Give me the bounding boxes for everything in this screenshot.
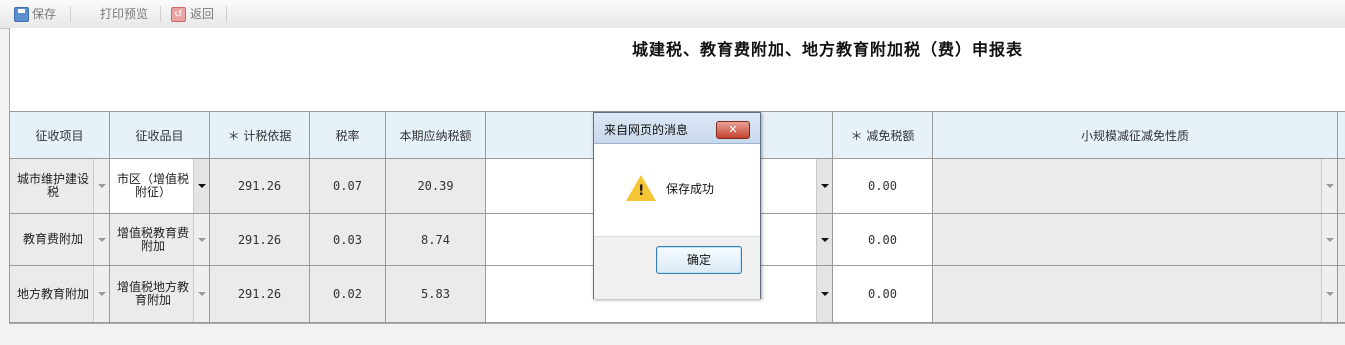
close-icon[interactable]: ✕ (716, 121, 750, 139)
row-edge (1337, 265, 1345, 323)
column-header: 征收品目 (109, 111, 210, 159)
dropdown-arrow-icon[interactable] (816, 159, 832, 213)
print-preview-button[interactable]: 打印预览 (100, 5, 148, 23)
page-title: 城建税、教育费附加、地方教育附加税（费）申报表 (632, 40, 1024, 59)
levy-category-select[interactable]: 增值税教育费附加 (109, 213, 210, 266)
save-button[interactable]: 保存 (32, 5, 56, 23)
toolbar-divider (70, 6, 71, 22)
tax-relief-input[interactable]: 0.00 (832, 158, 933, 214)
relief-nature-select[interactable] (932, 213, 1338, 266)
dropdown-arrow-icon[interactable] (816, 214, 832, 265)
dialog-title: 来自网页的消息 (604, 123, 689, 137)
dropdown-arrow-icon[interactable] (1321, 159, 1337, 213)
tax-relief-input[interactable]: 0.00 (832, 265, 933, 323)
column-header: ＊ 计税依据 (209, 111, 310, 159)
levy-category-select[interactable]: 增值税地方教育附加 (109, 265, 210, 323)
dropdown-arrow-icon[interactable] (93, 214, 109, 265)
toolbar: 保存 打印预览 ↺ 返回 (0, 0, 1345, 29)
column-header: 小规模减征减免性质 (932, 111, 1338, 159)
dialog-message: 保存成功 (666, 182, 715, 196)
relief-nature-select[interactable] (932, 158, 1338, 214)
tax-rate-cell: 0.02 (309, 265, 386, 323)
dropdown-arrow-icon[interactable] (816, 266, 832, 322)
dropdown-arrow-icon[interactable] (1321, 214, 1337, 265)
dropdown-arrow-icon[interactable] (93, 159, 109, 213)
dropdown-arrow-icon[interactable] (193, 159, 209, 213)
dropdown-arrow-icon[interactable] (93, 266, 109, 322)
dialog-titlebar[interactable]: 来自网页的消息 ✕ (594, 113, 760, 144)
levy-item-select[interactable]: 城市维护建设税 (9, 158, 110, 214)
back-button[interactable]: 返回 (190, 5, 214, 23)
tax-payable-cell: 5.83 (385, 265, 486, 323)
levy-category-value: 增值税地方教育附加 (116, 280, 189, 307)
tax-payable-cell: 8.74 (385, 213, 486, 266)
toolbar-divider (160, 6, 161, 22)
tax-base-cell: 291.26 (209, 213, 310, 266)
dropdown-arrow-icon[interactable] (193, 214, 209, 265)
levy-category-value: 市区（增值税附征） (116, 172, 189, 199)
tax-base-cell: 291.26 (209, 158, 310, 214)
row-edge (1337, 213, 1345, 266)
levy-category-select[interactable]: 市区（增值税附征） (109, 158, 210, 214)
levy-item-select[interactable]: 地方教育附加 (9, 265, 110, 323)
tax-rate-cell: 0.03 (309, 213, 386, 266)
ok-button[interactable]: 确定 (656, 246, 742, 274)
tax-base-cell: 291.26 (209, 265, 310, 323)
toolbar-divider (226, 6, 227, 22)
column-header: 税率 (309, 111, 386, 159)
relief-nature-select[interactable] (932, 265, 1338, 323)
levy-item-value: 城市维护建设税 (16, 172, 89, 199)
column-header-edge (1337, 111, 1345, 159)
tax-payable-cell: 20.39 (385, 158, 486, 214)
warning-mark: ! (638, 183, 645, 199)
column-header: ＊ 减免税额 (832, 111, 933, 159)
levy-category-value: 增值税教育费附加 (116, 225, 189, 253)
tax-rate-cell: 0.07 (309, 158, 386, 214)
dropdown-arrow-icon[interactable] (1321, 266, 1337, 322)
column-header: 本期应纳税额 (385, 111, 486, 159)
back-icon[interactable]: ↺ (171, 7, 186, 22)
tax-relief-input[interactable]: 0.00 (832, 213, 933, 266)
levy-item-value: 地方教育附加 (16, 286, 89, 301)
levy-item-value: 教育费附加 (22, 232, 83, 246)
levy-item-select[interactable]: 教育费附加 (9, 213, 110, 266)
save-icon[interactable] (14, 7, 29, 22)
column-header: 征收项目 (9, 111, 110, 159)
row-edge (1337, 158, 1345, 214)
dropdown-arrow-icon[interactable] (193, 266, 209, 322)
message-dialog: 来自网页的消息 ✕ ! 保存成功 确定 (593, 112, 761, 299)
